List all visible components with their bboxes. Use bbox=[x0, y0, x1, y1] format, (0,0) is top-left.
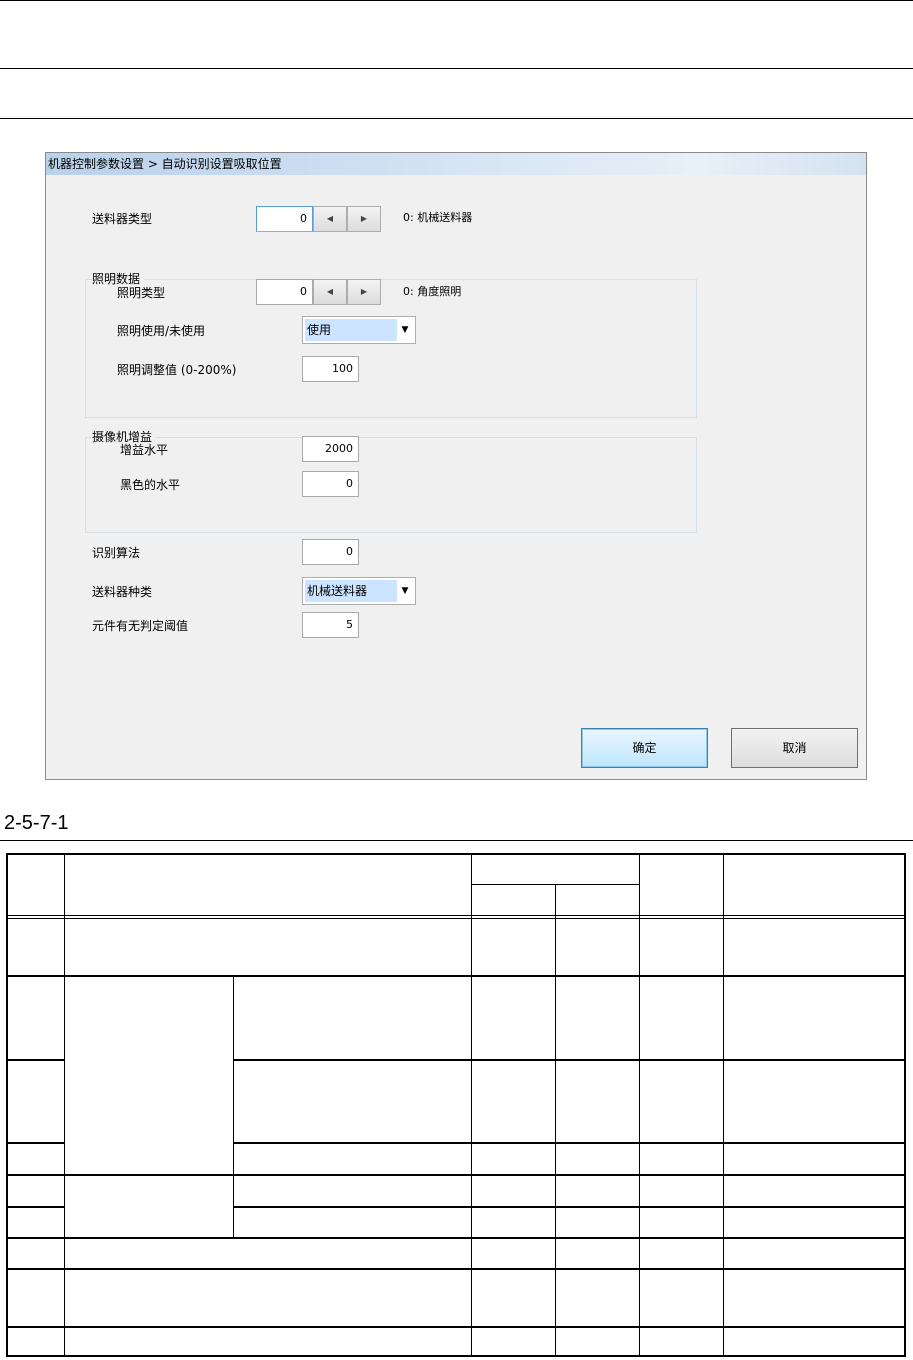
table-col-line bbox=[64, 853, 65, 1357]
feeder-kind-selected-value: 机械送料器 bbox=[305, 580, 397, 602]
light-use-selected-value: 使用 bbox=[305, 319, 397, 341]
camera-gain-group-title: 摄像机增益 bbox=[92, 430, 157, 444]
ok-button[interactable]: 确定 bbox=[581, 728, 708, 768]
light-use-select[interactable]: 使用 ▼ bbox=[302, 316, 416, 344]
cancel-button[interactable]: 取消 bbox=[731, 728, 858, 768]
table-border-left bbox=[6, 853, 8, 1357]
light-adjust-label: 照明调整值 (0-200%) bbox=[117, 363, 237, 377]
arrow-right-icon: ▶ bbox=[360, 287, 368, 296]
light-use-label: 照明使用/未使用 bbox=[117, 324, 206, 338]
table-header-rule bbox=[6, 915, 906, 916]
parameter-table bbox=[6, 853, 906, 1357]
dialog-client: 送料器类型 0 ◀ ▶ 0: 机械送料器 照明数据 照明类型 0 ◀ ▶ 0: … bbox=[46, 175, 866, 779]
chevron-down-icon[interactable]: ▼ bbox=[398, 578, 412, 604]
arrow-right-icon: ▶ bbox=[360, 214, 368, 223]
presence-threshold-label: 元件有无判定阈值 bbox=[92, 619, 189, 633]
table-row-line bbox=[233, 1059, 906, 1061]
table-col-line bbox=[723, 853, 724, 1357]
caption-rule bbox=[0, 840, 913, 841]
feeder-type-input[interactable]: 0 bbox=[256, 206, 313, 232]
table-row-line bbox=[6, 1237, 906, 1239]
gain-level-label: 增益水平 bbox=[120, 443, 169, 457]
lighting-group bbox=[85, 279, 697, 418]
arrow-left-icon: ◀ bbox=[326, 214, 334, 223]
header-rule-top bbox=[0, 0, 913, 1]
feeder-type-description: 0: 机械送料器 bbox=[403, 211, 473, 224]
table-border-bottom bbox=[6, 1355, 906, 1357]
black-level-label: 黑色的水平 bbox=[120, 478, 181, 492]
light-adjust-input[interactable]: 100 bbox=[302, 356, 359, 382]
table-col-line bbox=[233, 975, 234, 1238]
light-type-increment-button[interactable]: ▶ bbox=[347, 279, 381, 305]
light-type-description: 0: 角度照明 bbox=[403, 285, 462, 298]
table-row-line bbox=[233, 1206, 906, 1208]
light-type-decrement-button[interactable]: ◀ bbox=[313, 279, 347, 305]
feeder-type-increment-button[interactable]: ▶ bbox=[347, 206, 381, 232]
table-col-line bbox=[471, 853, 472, 1357]
lighting-group-title: 照明数据 bbox=[92, 272, 145, 286]
black-level-input[interactable]: 0 bbox=[302, 471, 359, 497]
header-rule-middle bbox=[0, 68, 913, 69]
feeder-kind-select[interactable]: 机械送料器 ▼ bbox=[302, 577, 416, 605]
arrow-left-icon: ◀ bbox=[326, 287, 334, 296]
table-row-line bbox=[6, 1174, 906, 1176]
dialog-title: 机器控制参数设置 > 自动识别设置吸取位置 bbox=[46, 153, 866, 175]
table-row-line bbox=[233, 1142, 906, 1144]
light-type-input[interactable]: 0 bbox=[256, 279, 313, 305]
table-header-rule bbox=[6, 918, 906, 919]
gain-level-input[interactable]: 2000 bbox=[302, 436, 359, 462]
header-rule-bottom bbox=[0, 118, 913, 119]
figure-caption: 2-5-7-1 bbox=[4, 812, 69, 834]
table-row-line bbox=[6, 975, 906, 977]
feeder-type-label: 送料器类型 bbox=[92, 212, 153, 226]
table-row-line bbox=[6, 1326, 906, 1328]
table-row-line bbox=[6, 1142, 64, 1144]
feeder-type-decrement-button[interactable]: ◀ bbox=[313, 206, 347, 232]
table-row-line bbox=[6, 1059, 64, 1061]
light-type-label: 照明类型 bbox=[117, 286, 166, 300]
parameter-dialog: 机器控制参数设置 > 自动识别设置吸取位置 送料器类型 0 ◀ ▶ 0: 机械送… bbox=[45, 152, 867, 780]
recognition-algorithm-input[interactable]: 0 bbox=[302, 539, 359, 565]
table-border-top bbox=[6, 853, 906, 855]
table-col-line bbox=[639, 853, 640, 1357]
table-row-line bbox=[6, 1206, 64, 1208]
presence-threshold-input[interactable]: 5 bbox=[302, 612, 359, 638]
recognition-algorithm-label: 识别算法 bbox=[92, 546, 141, 560]
feeder-kind-label: 送料器种类 bbox=[92, 585, 153, 599]
table-row-line bbox=[6, 1268, 906, 1270]
chevron-down-icon[interactable]: ▼ bbox=[398, 317, 412, 343]
table-col-line bbox=[555, 884, 556, 1357]
table-border-right bbox=[904, 853, 906, 1357]
